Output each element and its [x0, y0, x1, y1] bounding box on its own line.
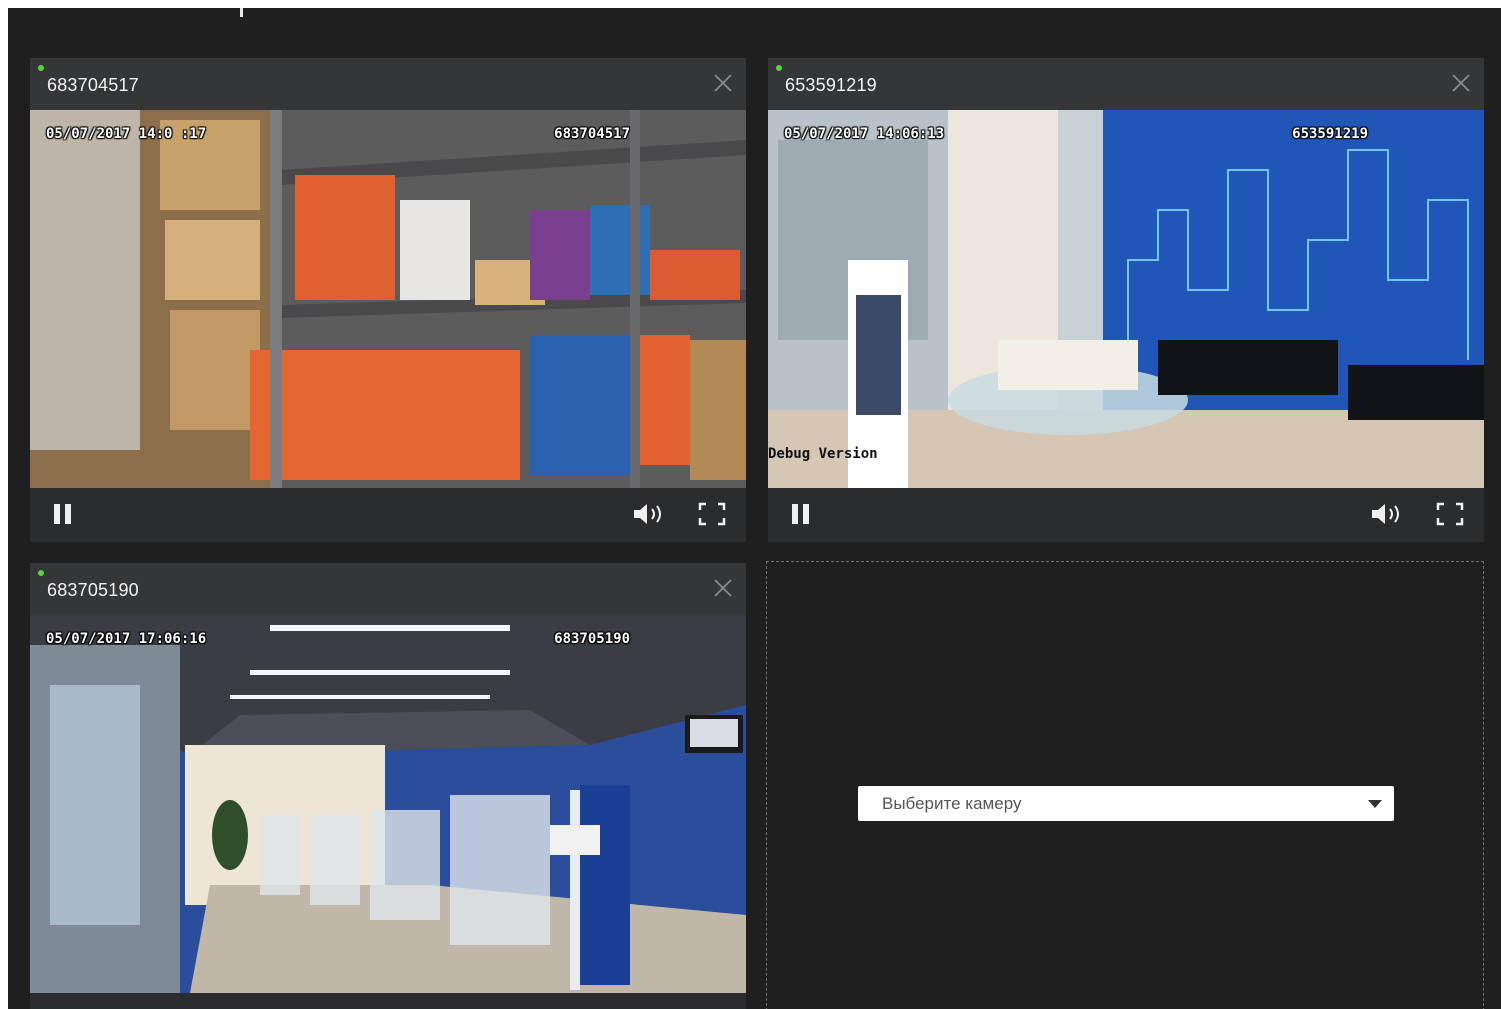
osd-timestamp: 05/07/2017 14:0 :17 [46, 126, 207, 142]
camera-video-feed[interactable]: 05/07/2017 14:0 :17 683704517 [30, 110, 746, 488]
camera-title: 653591219 [785, 75, 877, 95]
video-frame-lobby [768, 110, 1484, 488]
camera-select-dropdown[interactable]: Выберите камеру [858, 786, 1394, 821]
osd-camera-id: 653591219 [1292, 126, 1368, 142]
fullscreen-icon[interactable] [698, 502, 726, 526]
video-frame-warehouse [30, 110, 746, 488]
camera-video-feed[interactable]: 05/07/2017 14:06:13 653591219 Debug Vers… [768, 110, 1484, 488]
volume-icon[interactable] [632, 502, 666, 526]
status-indicator-online [776, 65, 782, 71]
camera-grid: 683704517 05/07/2017 14:0:17 683704517 … [8, 8, 1501, 1009]
fullscreen-icon[interactable] [1436, 502, 1464, 526]
osd-debug-label: Debug Version [768, 446, 878, 462]
camera-select-placeholder: Выберите камеру [882, 794, 1022, 813]
osd-timestamp: 05/07/2017 14:06:13 [784, 126, 945, 142]
camera-tile: 683705190 05/07/2017 17:06:16 683705190 [30, 563, 746, 1009]
player-controls [768, 488, 1484, 542]
status-indicator-online [38, 65, 44, 71]
camera-tile-header: 683704517 [30, 58, 746, 110]
camera-tile: 683704517 05/07/2017 14:0:17 683704517 [30, 58, 746, 542]
osd-camera-id: 683704517 [554, 126, 630, 142]
chevron-down-icon [1368, 800, 1382, 808]
camera-title: 683704517 [47, 75, 139, 95]
camera-tile-header: 653591219 [768, 58, 1484, 110]
player-controls [30, 488, 746, 542]
camera-video-feed[interactable]: 05/07/2017 17:06:16 683705190 [30, 615, 746, 993]
status-indicator-online [38, 570, 44, 576]
osd-camera-id: 683705190 [554, 631, 630, 647]
empty-camera-slot [766, 561, 1484, 1009]
osd-timestamp: 05/07/2017 17:06:16 [46, 631, 207, 647]
camera-tile: 653591219 05/07/2017 14:06:13 653591219 … [768, 58, 1484, 542]
text-cursor [240, 8, 243, 17]
volume-icon[interactable] [1370, 502, 1404, 526]
close-icon[interactable] [712, 72, 734, 94]
close-icon[interactable] [712, 577, 734, 599]
pause-icon[interactable] [790, 502, 812, 526]
video-frame-office [30, 615, 746, 993]
close-icon[interactable] [1450, 72, 1472, 94]
camera-tile-header: 683705190 [30, 563, 746, 615]
camera-title: 683705190 [47, 580, 139, 600]
pause-icon[interactable] [52, 502, 74, 526]
